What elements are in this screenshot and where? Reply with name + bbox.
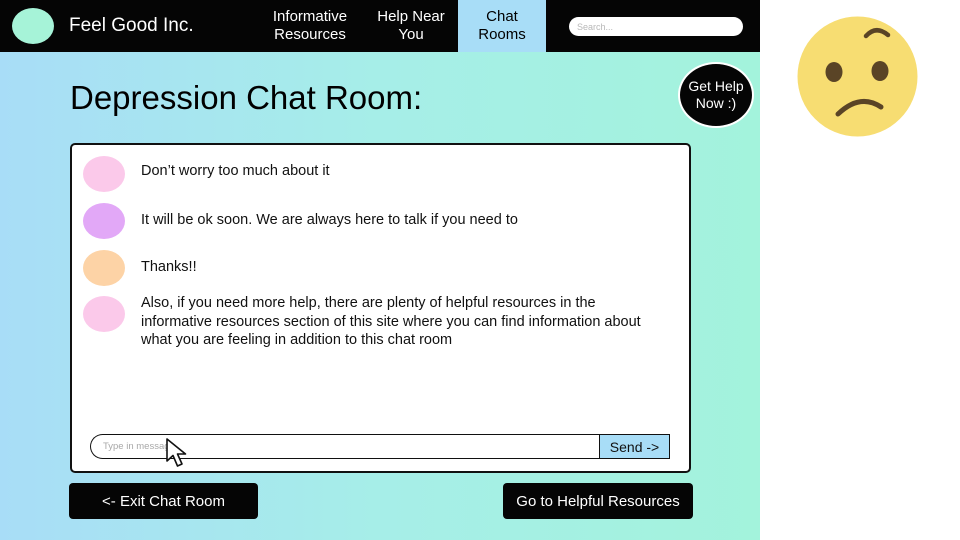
nav-label-line2: Resources: [274, 26, 346, 43]
nav-chat-rooms[interactable]: Chat Rooms: [458, 0, 546, 52]
exit-chat-room-button[interactable]: <- Exit Chat Room: [69, 483, 258, 519]
message-avatar: [83, 296, 125, 332]
emoji-eye-right: [871, 61, 889, 81]
nav-help-near-you[interactable]: Help Near You: [366, 0, 456, 52]
go-to-helpful-resources-button[interactable]: Go to Helpful Resources: [503, 483, 693, 519]
message-text: It will be ok soon. We are always here t…: [141, 212, 518, 228]
chat-panel: Don’t worry too much about it It will be…: [70, 143, 691, 473]
message-avatar: [83, 156, 125, 192]
nav-label-line1: Informative: [272, 8, 348, 25]
navbar: Feel Good Inc. Informative Resources Hel…: [0, 0, 760, 52]
nav-label-line2: You: [398, 26, 424, 43]
message-avatar: [83, 250, 125, 286]
help-button-line1: Get Help: [688, 78, 744, 94]
nav-label-line1: Chat: [486, 8, 518, 25]
emoji-face-circle: [797, 16, 918, 137]
nav-label-line1: Help Near: [377, 8, 445, 25]
page-title: Depression Chat Room:: [70, 79, 423, 116]
search-input[interactable]: [569, 17, 743, 36]
emoji-eye-left: [825, 62, 843, 82]
nav-informative-resources[interactable]: Informative Resources: [262, 0, 358, 52]
mouse-pointer-icon: [166, 438, 187, 467]
nav-label-line2: Rooms: [478, 26, 526, 43]
worried-face-icon: [797, 16, 918, 137]
logo-icon[interactable]: [12, 8, 54, 44]
message-text: Also, if you need more help, there are p…: [141, 295, 641, 348]
message-avatar: [83, 203, 125, 239]
send-button[interactable]: Send ->: [599, 434, 670, 459]
get-help-now-button[interactable]: Get Help Now :): [678, 62, 754, 128]
app-window: Feel Good Inc. Informative Resources Hel…: [0, 0, 760, 540]
help-button-line2: Now :): [695, 95, 737, 111]
message-text: Don’t worry too much about it: [141, 163, 330, 179]
brand-name[interactable]: Feel Good Inc.: [69, 14, 194, 38]
message-text: Thanks!!: [141, 259, 197, 275]
